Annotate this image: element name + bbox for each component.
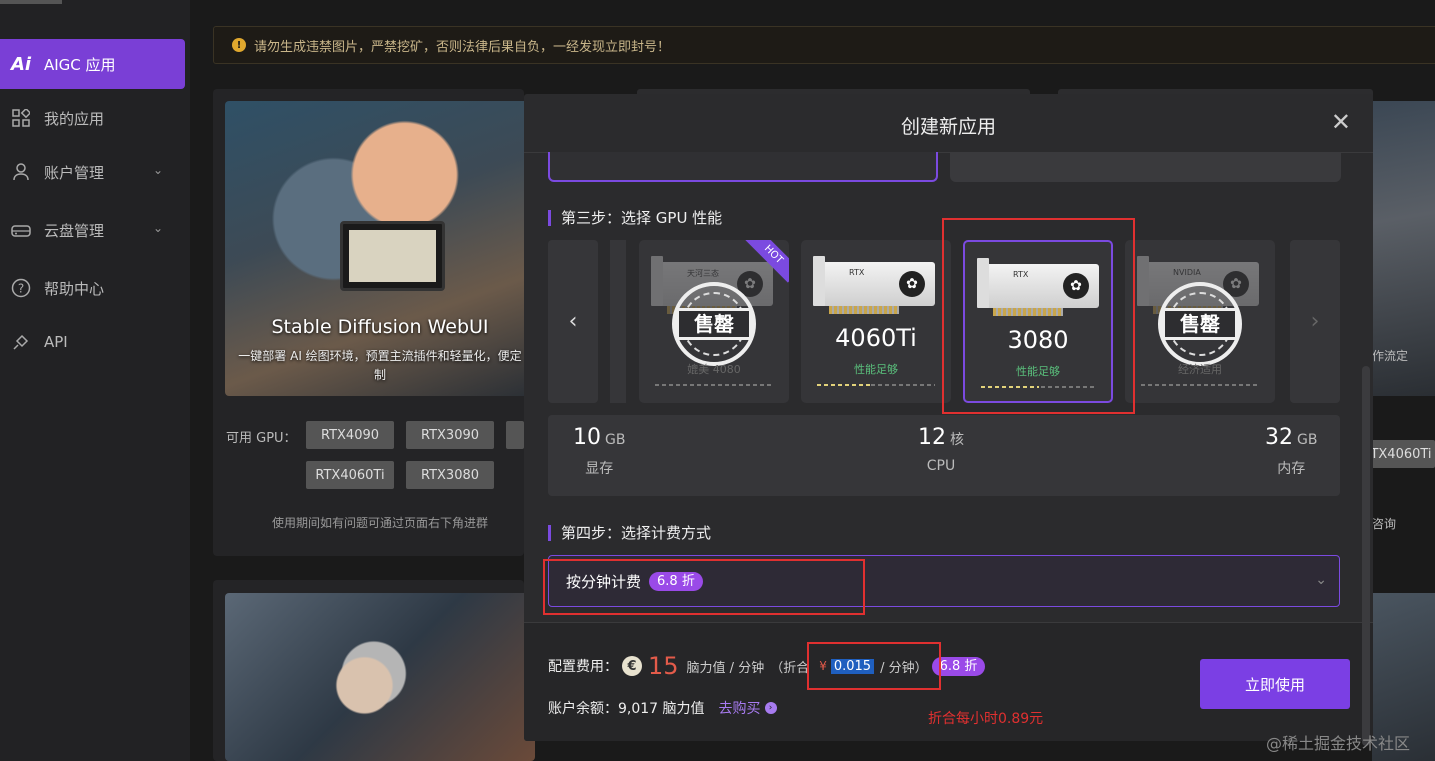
annotation-box-gpu xyxy=(942,218,1135,414)
sidebar-item-my-apps[interactable]: 我的应用 xyxy=(0,93,185,143)
sidebar-item-label: 帮助中心 xyxy=(44,279,105,298)
buy-link[interactable]: 去购买 xyxy=(719,698,761,718)
app-cover-image xyxy=(225,593,535,761)
close-icon[interactable]: ✕ xyxy=(1331,110,1351,134)
logo xyxy=(0,0,62,4)
price-unit: 脑力值 / 分钟 xyxy=(686,660,765,676)
laptop-illustration xyxy=(340,221,445,291)
chevron-down-icon: ⌄ xyxy=(1315,572,1327,588)
api-plug-icon xyxy=(10,331,32,353)
gpu-tag-partial xyxy=(506,421,524,449)
sidebar-item-help[interactable]: ? 帮助中心 xyxy=(0,263,185,313)
convert-prefix: （折合 xyxy=(770,660,810,676)
help-circle-icon: ? xyxy=(10,277,32,299)
balance-value: 9,017 脑力值 xyxy=(618,701,705,717)
previous-option-selected[interactable] xyxy=(548,152,938,182)
sidebar-item-label: AIGC 应用 xyxy=(44,55,116,74)
step3-title: 第三步：选择 GPU 性能 xyxy=(548,210,722,226)
cloud-disk-icon xyxy=(10,219,32,241)
spec-cpu: 12 核 CPU xyxy=(918,425,964,474)
apps-grid-icon xyxy=(10,107,32,129)
modal-title: 创建新应用 xyxy=(900,116,996,138)
spec-vram: 10 GB 显存 xyxy=(573,425,626,477)
fan-icon: ✿ xyxy=(899,271,925,297)
warning-notice: ! 请勿生成违禁图片，严禁挖矿，否则法律后果自负，一经发现立即封号！ xyxy=(213,26,1435,64)
gpu-card-partial xyxy=(610,240,626,403)
ai-icon: Ai xyxy=(10,53,32,75)
annotation-box-billing xyxy=(543,559,865,615)
annotation-box-price xyxy=(807,642,941,690)
gpu-perf: 经济适用 xyxy=(1178,363,1222,376)
spec-ram: 32 GB 内存 xyxy=(1265,425,1318,477)
perf-bar-empty xyxy=(871,384,935,386)
carousel-next-button[interactable]: › xyxy=(1290,240,1340,403)
soldout-stamp: 售罄 xyxy=(672,282,756,366)
arrow-right-icon: › xyxy=(764,702,777,714)
sidebar-item-aigc[interactable]: Ai AIGC 应用 xyxy=(0,39,185,89)
sidebar-item-account[interactable]: 账户管理 ⌄ xyxy=(0,147,185,197)
create-app-modal: 创建新应用 ✕ 第三步：选择 GPU 性能 ‹ 天河三态 ✿ HOT 售罄 媲美… xyxy=(524,94,1373,741)
sidebar-item-api[interactable]: API xyxy=(0,317,185,367)
app-desc-partial: 作流定 xyxy=(1372,349,1409,363)
notice-text: 请勿生成违禁图片，严禁挖矿，否则法律后果自负，一经发现立即封号！ xyxy=(254,39,671,55)
sidebar-item-label: 账户管理 xyxy=(44,163,105,182)
sidebar: Ai AIGC 应用 我的应用 账户管理 ⌄ 云盘管理 ⌄ ? 帮助中心 API xyxy=(0,0,190,761)
gpu-name: 4060Ti xyxy=(835,324,917,352)
gpu-perf: 性能足够 xyxy=(854,363,898,376)
sidebar-item-label: 我的应用 xyxy=(44,109,105,128)
gpu-card-4060ti[interactable]: RTX ✿ 4060Ti 性能足够 xyxy=(801,240,951,403)
gpu-tag: RTX4090 xyxy=(306,421,394,449)
help-text-partial: 咨询 xyxy=(1372,517,1397,531)
warning-icon: ! xyxy=(232,38,246,52)
sd-cover-image: Stable Diffusion WebUI 一键部署 AI 绘图环境，预置主流… xyxy=(225,101,535,396)
gpu-card-4080[interactable]: 天河三态 ✿ HOT 售罄 媲美 4080 xyxy=(639,240,789,403)
gpu-perf: 媲美 4080 xyxy=(687,363,741,376)
gpu-tag: RTX4060Ti xyxy=(306,461,394,489)
gpu-card-economy[interactable]: NVIDIA ✿ 售罄 经济适用 xyxy=(1125,240,1275,403)
previous-option[interactable] xyxy=(950,152,1341,182)
gpu-board-image: RTX ✿ xyxy=(813,256,935,314)
carousel-prev-button[interactable]: ‹ xyxy=(548,240,598,403)
gpu-available-label: 可用 GPU： xyxy=(226,431,297,446)
watermark: @稀土掘金技术社区 xyxy=(1266,734,1411,753)
scrollbar[interactable] xyxy=(1362,366,1370,746)
user-icon xyxy=(10,161,32,183)
chevron-down-icon: ⌄ xyxy=(152,163,163,177)
perf-bar xyxy=(817,384,871,386)
perf-bar xyxy=(1141,384,1259,386)
app-title: Stable Diffusion WebUI xyxy=(271,316,489,338)
svg-text:?: ? xyxy=(18,282,24,296)
gpu-spec-panel: 10 GB 显存 12 核 CPU 32 GB 内存 xyxy=(548,415,1340,496)
soldout-stamp: 售罄 xyxy=(1158,282,1242,366)
gpu-tag: TX4060Ti xyxy=(1367,440,1435,468)
chevron-down-icon: ⌄ xyxy=(152,221,163,235)
sidebar-item-label: 云盘管理 xyxy=(44,221,105,240)
price-value: 15 xyxy=(648,652,679,680)
sidebar-item-label: API xyxy=(44,333,68,351)
help-text: 使用期间如有问题可通过页面右下角进群 xyxy=(272,516,489,530)
app-desc: 一键部署 AI 绘图环境，预置主流插件和轻量化，便定制 xyxy=(238,349,522,382)
perf-bar xyxy=(655,384,773,386)
modal-header: 创建新应用 ✕ xyxy=(524,94,1373,153)
use-now-button[interactable]: 立即使用 xyxy=(1200,659,1350,709)
gpu-tag: RTX3080 xyxy=(406,461,494,489)
gpu-tag: RTX3090 xyxy=(406,421,494,449)
cost-label: 配置费用： xyxy=(548,659,618,675)
brainpower-coin-icon: € xyxy=(622,656,642,676)
step4-title: 第四步：选择计费方式 xyxy=(548,525,711,541)
balance-label: 账户余额： xyxy=(548,701,618,717)
sidebar-item-cloud-disk[interactable]: 云盘管理 ⌄ xyxy=(0,205,185,255)
annotation-text: 折合每小时0.89元 xyxy=(928,711,1044,727)
balance-row: 账户余额： 9,017 脑力值 去购买 › xyxy=(548,698,777,718)
